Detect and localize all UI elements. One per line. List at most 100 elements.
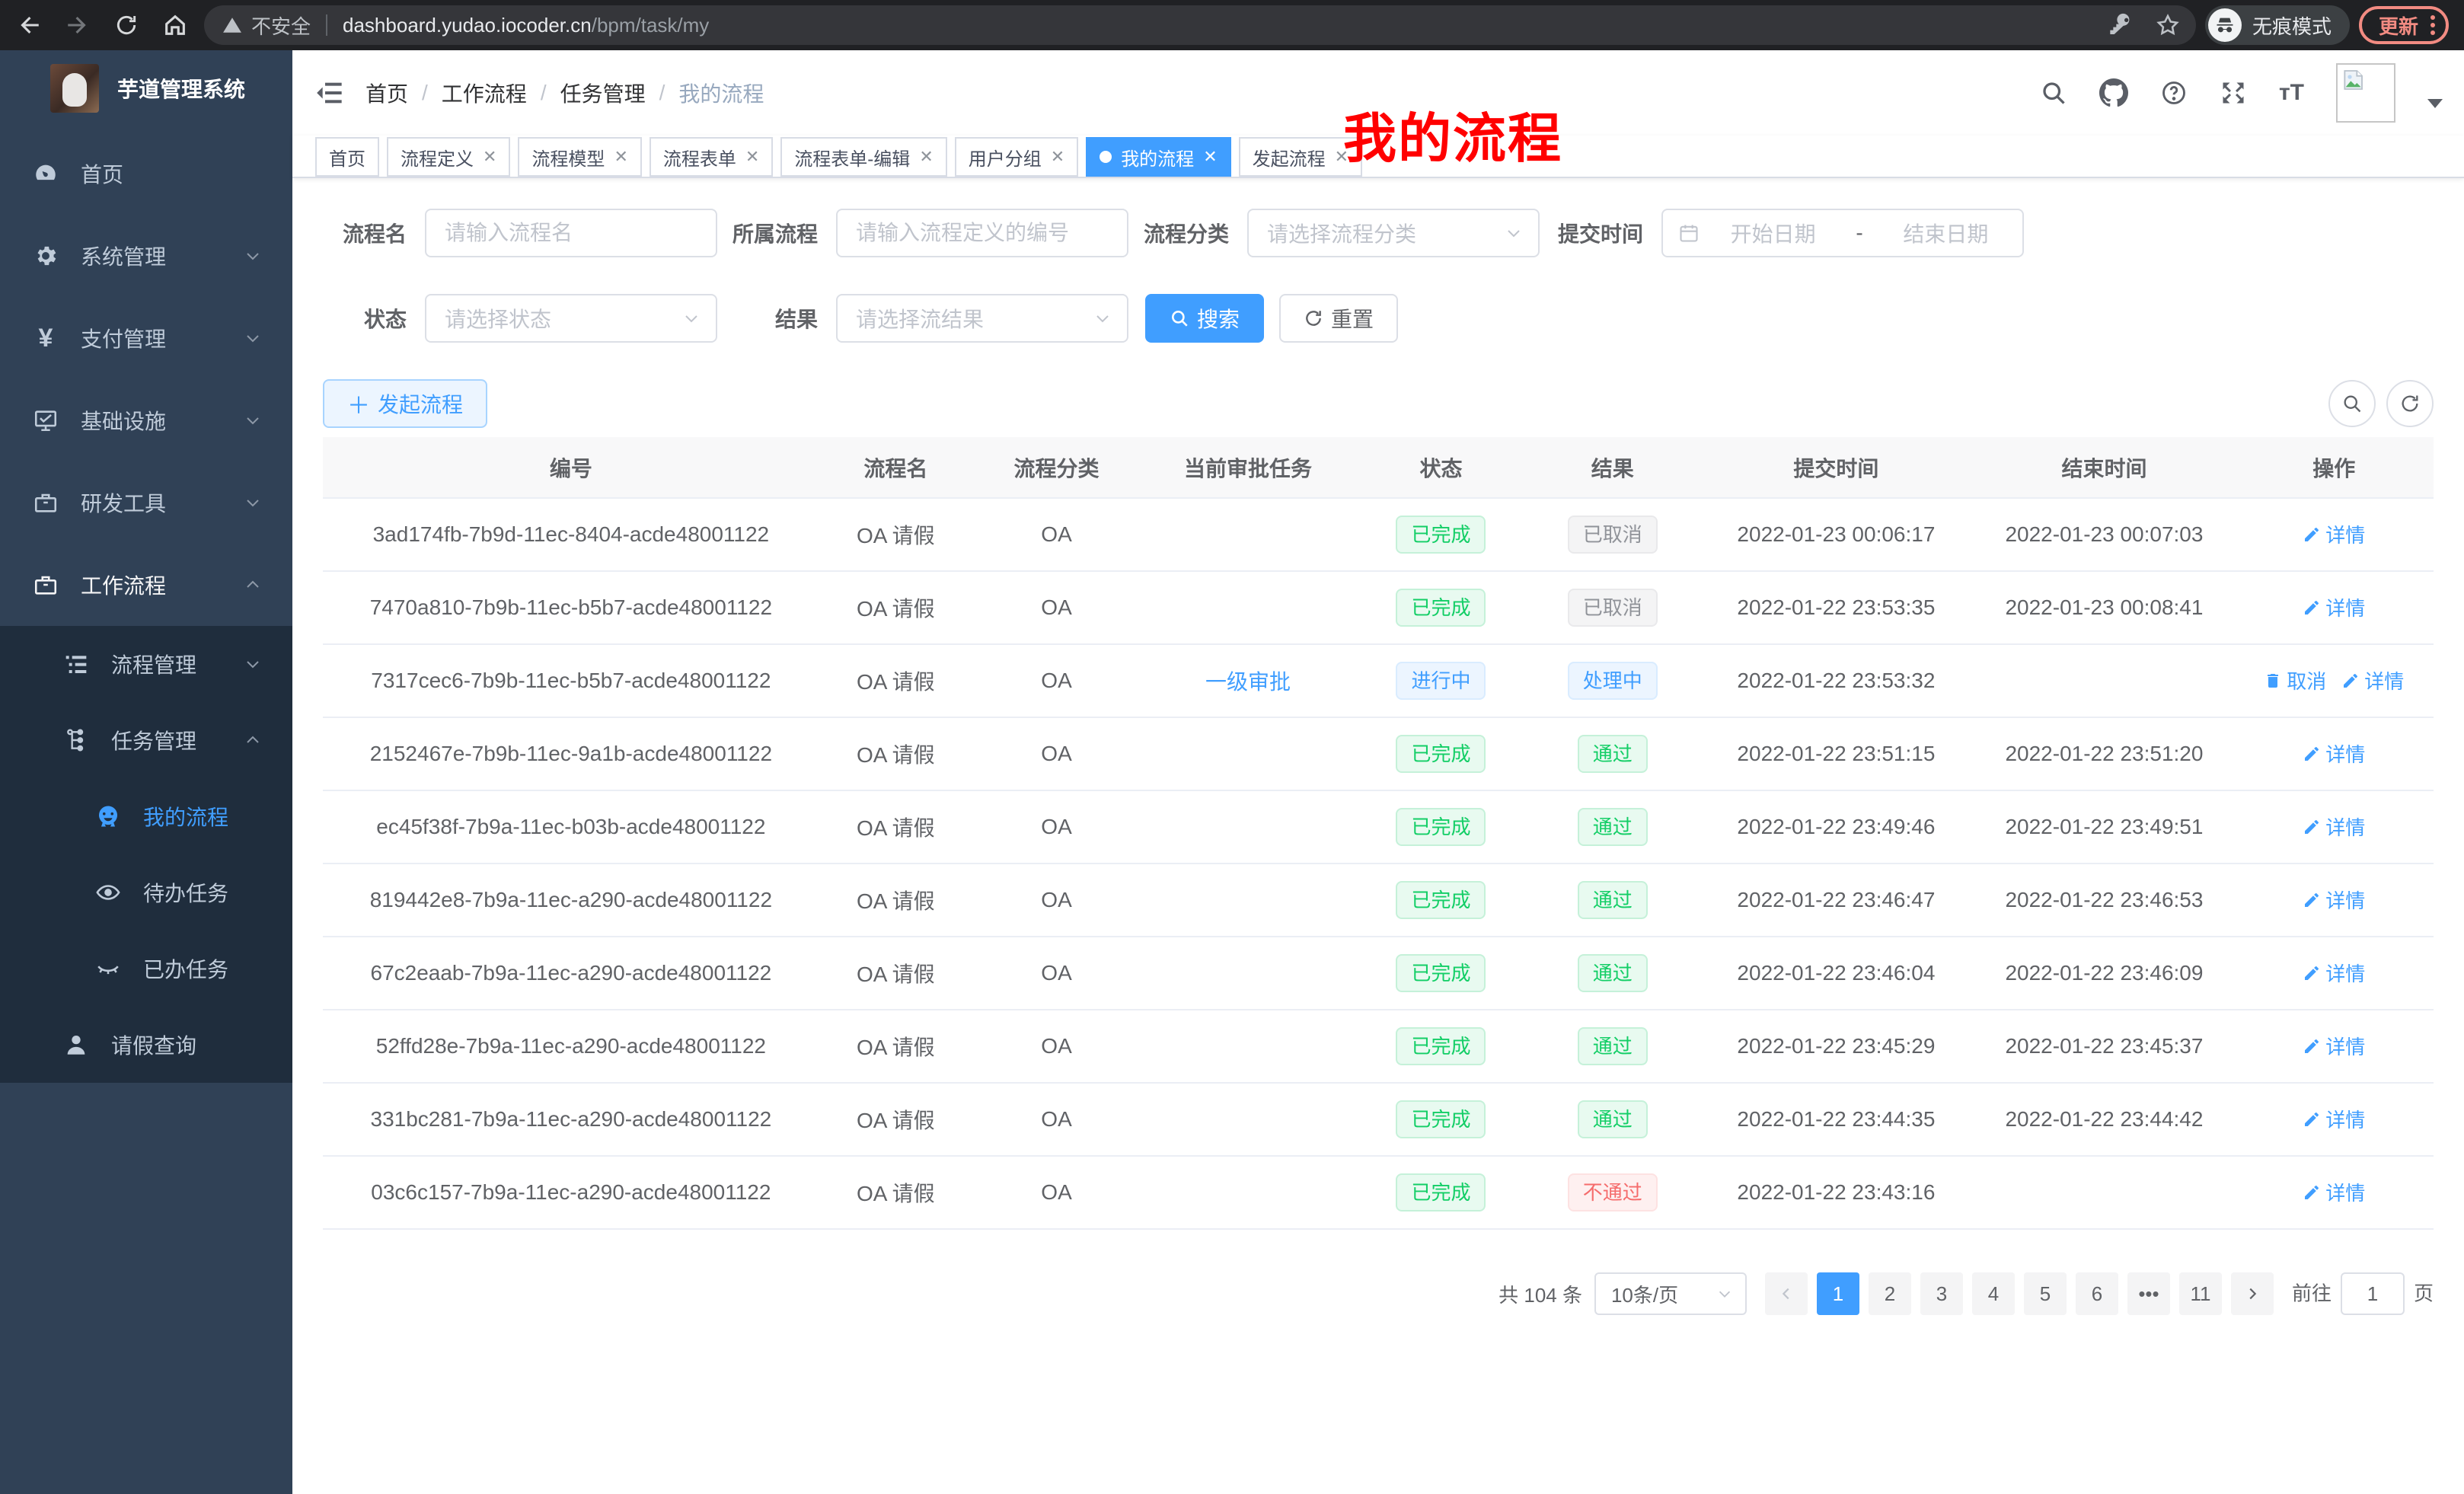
page-button[interactable]: 4 [1972, 1272, 2015, 1315]
submit-time-range-picker[interactable]: 开始日期 - 结束日期 [1661, 209, 2024, 257]
detail-link[interactable]: 详情 [2303, 1105, 2365, 1133]
browser-reload-icon[interactable] [107, 5, 146, 45]
browser-forward-icon[interactable] [58, 5, 97, 45]
sidebar-item-process-management[interactable]: 流程管理 [0, 626, 292, 702]
browser-menu-icon[interactable] [2430, 15, 2435, 35]
tab-process-definition[interactable]: 流程定义✕ [387, 137, 510, 177]
avatar[interactable] [2336, 63, 2395, 123]
tab-my-process[interactable]: 我的流程✕ [1086, 137, 1230, 177]
status-select[interactable]: 请选择状态 [425, 294, 717, 343]
detail-link[interactable]: 详情 [2341, 666, 2404, 694]
status-badge: 已完成 [1396, 1027, 1486, 1065]
detail-link[interactable]: 详情 [2303, 959, 2365, 987]
show-search-toggle-button[interactable] [2328, 380, 2376, 427]
process-name-input[interactable] [426, 210, 716, 256]
breadcrumb-current: 我的流程 [678, 78, 764, 108]
chevron-down-icon [1093, 309, 1112, 327]
detail-link[interactable]: 详情 [2303, 520, 2365, 548]
result-badge: 处理中 [1568, 662, 1658, 700]
table-row: 2152467e-7b9b-11ec-9a1b-acde48001122 OA … [323, 717, 2434, 790]
sidebar-item-leave-query[interactable]: 请假查询 [0, 1007, 292, 1083]
process-definition-input[interactable] [838, 210, 1127, 256]
font-size-icon[interactable]: ᴛT [2279, 80, 2304, 106]
process-category-select[interactable]: 请选择流程分类 [1247, 209, 1540, 257]
result-label: 结果 [717, 303, 836, 334]
sidebar-item-done-tasks[interactable]: 已办任务 [0, 931, 292, 1007]
process-table: 编号 流程名 流程分类 当前审批任务 状态 结果 提交时间 结束时间 操作 3a… [323, 437, 2434, 1230]
close-icon[interactable]: ✕ [1203, 147, 1217, 167]
edit-icon [2303, 1110, 2321, 1128]
status-badge: 已完成 [1396, 954, 1486, 992]
tab-process-model[interactable]: 流程模型✕ [518, 137, 641, 177]
detail-link[interactable]: 详情 [2303, 739, 2365, 768]
result-badge: 通过 [1578, 1100, 1648, 1138]
page-size-select[interactable]: 10条/页 [1594, 1272, 1747, 1315]
avatar-dropdown-caret-icon[interactable] [2427, 99, 2443, 108]
security-section[interactable]: 不安全 [222, 11, 311, 40]
refresh-table-button[interactable] [2386, 380, 2434, 427]
sidebar-collapse-icon[interactable] [305, 69, 353, 117]
result-badge: 通过 [1578, 1027, 1648, 1065]
detail-link[interactable]: 详情 [2303, 1032, 2365, 1060]
start-process-button[interactable]: ＋ 发起流程 [323, 379, 487, 428]
page-button[interactable]: 2 [1869, 1272, 1911, 1315]
result-select[interactable]: 请选择流结果 [836, 294, 1128, 343]
detail-link[interactable]: 详情 [2303, 593, 2365, 621]
sidebar-item-task-management[interactable]: 任务管理 [0, 702, 292, 778]
search-icon[interactable] [2040, 79, 2067, 107]
sidebar-item-infrastructure[interactable]: 基础设施 [0, 379, 292, 461]
fullscreen-icon[interactable] [2220, 79, 2247, 107]
sidebar-item-todo-tasks[interactable]: 待办任务 [0, 854, 292, 931]
help-icon[interactable] [2160, 79, 2188, 107]
breadcrumb-task-management[interactable]: 任务管理 [560, 78, 646, 108]
current-task-link[interactable]: 一级审批 [1205, 666, 1291, 696]
browser-home-icon[interactable] [155, 5, 195, 45]
chevron-down-icon [1505, 224, 1523, 242]
next-page-button[interactable] [2231, 1272, 2274, 1315]
person-icon [62, 1031, 90, 1058]
address-bar[interactable]: 不安全 dashboard.yudao.iocoder.cn/bpm/task/… [204, 5, 2196, 45]
browser-back-icon[interactable] [9, 5, 49, 45]
breadcrumb-home[interactable]: 首页 [365, 78, 408, 108]
cancel-link[interactable]: 取消 [2264, 666, 2326, 694]
sidebar-item-home[interactable]: 首页 [0, 132, 292, 215]
sidebar-item-payment[interactable]: ¥ 支付管理 [0, 297, 292, 379]
app-logo: 芋道管理系统 [0, 50, 292, 126]
key-icon[interactable] [2109, 13, 2134, 37]
sidebar-item-devtools[interactable]: 研发工具 [0, 461, 292, 544]
face-icon [94, 803, 122, 830]
detail-link[interactable]: 详情 [2303, 1178, 2365, 1206]
goto-page-input[interactable] [2341, 1272, 2405, 1315]
sidebar-item-system[interactable]: 系统管理 [0, 215, 292, 297]
incognito-icon [2208, 8, 2242, 42]
app-title: 芋道管理系统 [117, 73, 245, 104]
page-button[interactable]: 6 [2076, 1272, 2118, 1315]
close-icon[interactable]: ✕ [745, 147, 759, 167]
detail-link[interactable]: 详情 [2303, 886, 2365, 914]
more-pages-button[interactable]: ••• [2127, 1272, 2170, 1315]
search-button[interactable]: 搜索 [1145, 294, 1264, 343]
detail-link[interactable]: 详情 [2303, 812, 2365, 841]
bookmark-star-icon[interactable] [2155, 12, 2181, 38]
tab-process-form-edit[interactable]: 流程表单-编辑✕ [780, 137, 946, 177]
url-text[interactable]: dashboard.yudao.iocoder.cn/bpm/task/my [343, 14, 709, 37]
close-icon[interactable]: ✕ [919, 147, 933, 167]
prev-page-button[interactable] [1765, 1272, 1808, 1315]
tab-process-form[interactable]: 流程表单✕ [650, 137, 773, 177]
close-icon[interactable]: ✕ [614, 147, 627, 167]
browser-update-button[interactable]: 更新 [2359, 6, 2449, 44]
col-current-task: 当前审批任务 [1141, 437, 1355, 498]
close-icon[interactable]: ✕ [483, 147, 496, 167]
github-icon[interactable] [2099, 78, 2128, 107]
breadcrumb-workflow[interactable]: 工作流程 [442, 78, 527, 108]
tab-user-group[interactable]: 用户分组✕ [955, 137, 1078, 177]
page-button[interactable]: 5 [2024, 1272, 2067, 1315]
page-button[interactable]: 3 [1920, 1272, 1963, 1315]
page-button[interactable]: 11 [2179, 1272, 2222, 1315]
reset-button[interactable]: 重置 [1279, 294, 1398, 343]
sidebar-item-my-process[interactable]: 我的流程 [0, 778, 292, 854]
sidebar-item-workflow[interactable]: 工作流程 [0, 544, 292, 626]
page-button[interactable]: 1 [1817, 1272, 1859, 1315]
tab-home[interactable]: 首页 [315, 137, 379, 177]
close-icon[interactable]: ✕ [1051, 147, 1064, 167]
